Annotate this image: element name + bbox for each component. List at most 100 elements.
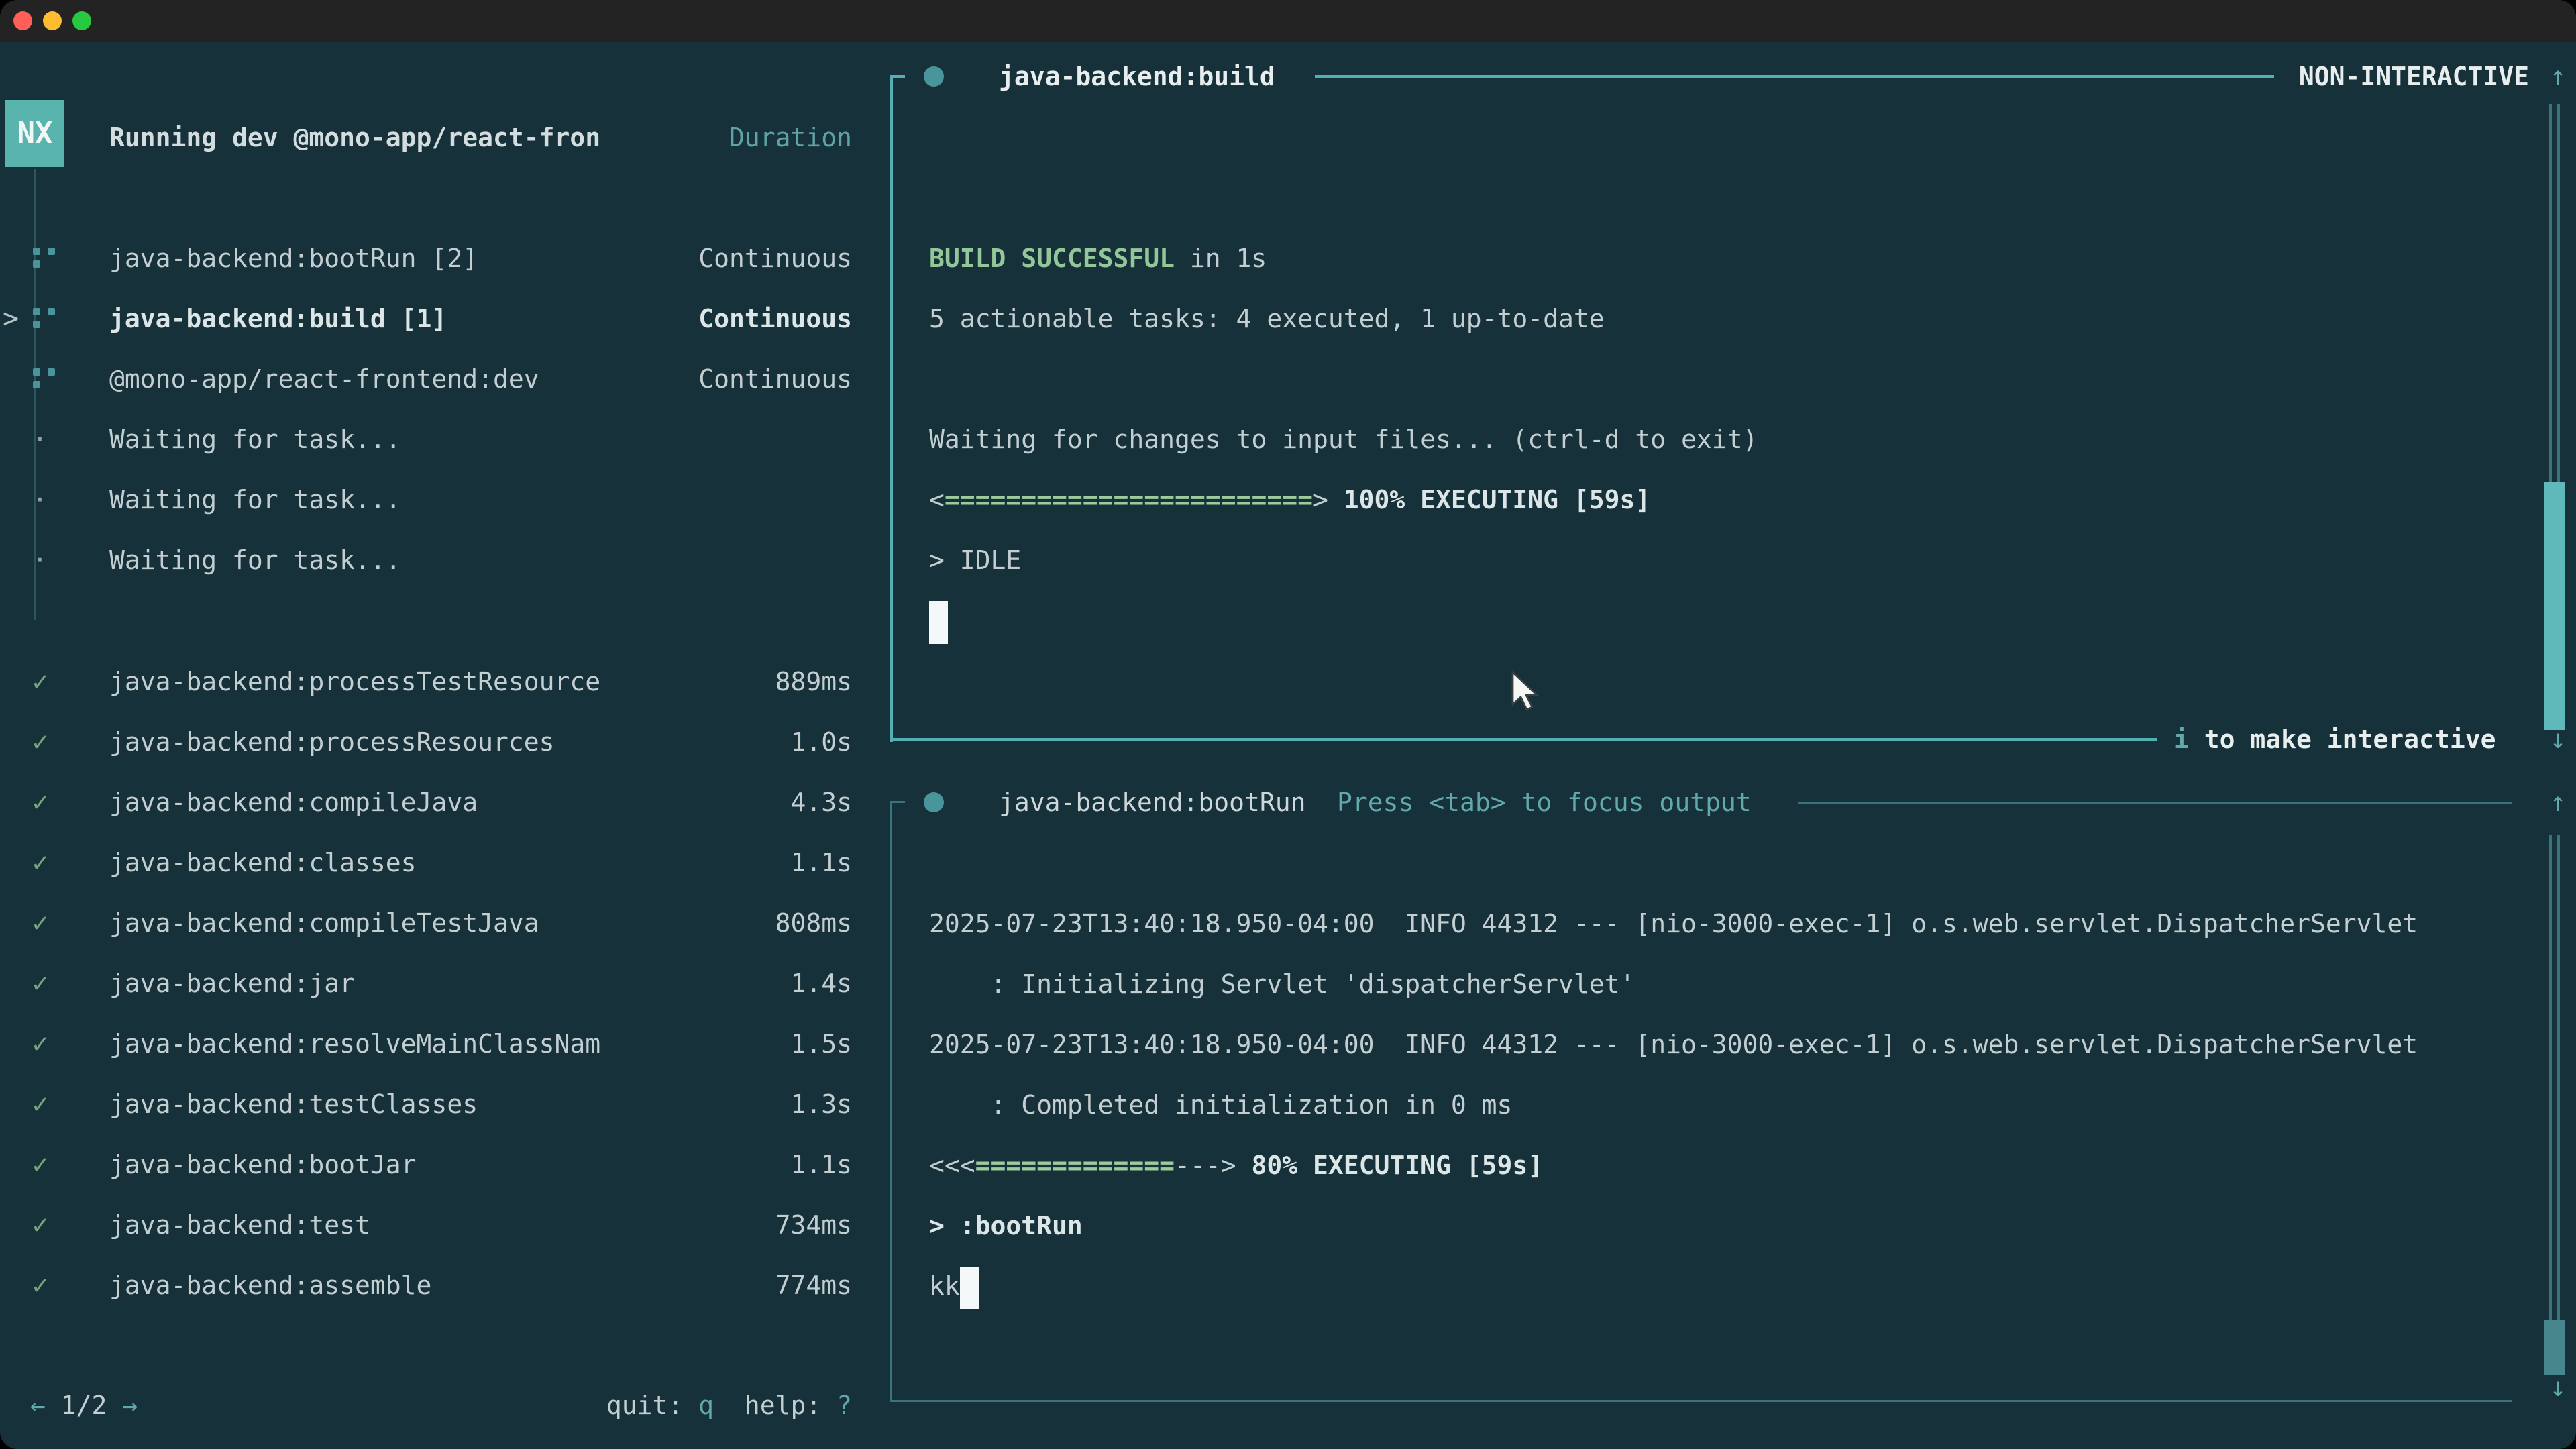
focus-output-hint: Press <tab> to focus output — [1337, 772, 1752, 833]
task-label: java-backend:processTestResource — [109, 651, 600, 712]
task-row-done[interactable]: ✓ java-backend:compileTestJava 808ms — [0, 893, 852, 953]
task-row-done[interactable]: ✓ java-backend:testClasses 1.3s — [0, 1074, 852, 1134]
check-icon: ✓ — [32, 893, 48, 953]
task-row-done[interactable]: ✓ java-backend:classes 1.1s — [0, 833, 852, 893]
page-indicator: 1/2 — [61, 1391, 123, 1420]
task-duration: 1.3s — [790, 1074, 852, 1134]
bootrun-prompt-line: > :bootRun — [929, 1195, 1083, 1256]
task-label: java-backend:processResources — [109, 712, 554, 772]
task-row-waiting: · Waiting for task... — [0, 470, 852, 530]
task-row-done[interactable]: ✓ java-backend:processResources 1.0s — [0, 712, 852, 772]
bootrun-panel-border-stub — [890, 801, 905, 803]
duration-column-header: Duration — [729, 107, 852, 168]
task-label: java-backend:resolveMainClassNam — [109, 1014, 600, 1074]
task-label: java-backend:jar — [109, 953, 355, 1014]
sidebar-title: Running dev @mono-app/react-fron — [109, 107, 600, 168]
sidebar-bottom-bar: ← 1/2 → quit: q help: ? — [0, 1375, 852, 1436]
task-label: java-backend:bootRun [2] — [109, 228, 478, 288]
task-duration: 734ms — [775, 1195, 852, 1255]
task-row-done[interactable]: ✓ java-backend:bootJar 1.1s — [0, 1134, 852, 1195]
task-label: java-backend:testClasses — [109, 1074, 478, 1134]
bootrun-progress-line: <<<=============---> 80% EXECUTING [59s] — [929, 1135, 1543, 1195]
spinner-icon — [33, 248, 40, 255]
help-key: ? — [837, 1391, 852, 1420]
task-bullet-icon — [924, 66, 944, 87]
build-panel-border-stub — [890, 75, 905, 78]
check-icon: ✓ — [32, 1195, 48, 1255]
task-label: @mono-app/react-frontend:dev — [109, 349, 539, 409]
make-interactive-hint: i to make interactive — [2174, 709, 2496, 769]
build-success-line: BUILD SUCCESSFUL in 1s — [929, 228, 1267, 288]
log-line: : Completed initialization in 0 ms — [929, 1075, 1512, 1135]
build-panel-header-rule — [1315, 75, 2274, 78]
bootrun-panel-border-left — [890, 801, 892, 1402]
task-label: java-backend:compileTestJava — [109, 893, 539, 953]
zoom-button[interactable] — [72, 11, 91, 30]
task-duration: 1.0s — [790, 712, 852, 772]
bootrun-panel-border-bottom — [890, 1400, 2512, 1402]
titlebar — [0, 0, 2576, 42]
bootrun-input-line[interactable]: kk — [929, 1256, 979, 1316]
bootrun-panel-title: java-backend:bootRun — [999, 772, 1306, 833]
task-label: java-backend:bootJar — [109, 1134, 417, 1195]
task-bullet-icon — [924, 792, 944, 812]
scroll-up-icon[interactable]: ↑ — [2539, 772, 2576, 833]
task-duration: 889ms — [775, 651, 852, 712]
task-row-done[interactable]: ✓ java-backend:jar 1.4s — [0, 953, 852, 1014]
task-label: Waiting for task... — [109, 470, 401, 530]
task-row-selected[interactable]: java-backend:build [1] Continuous — [0, 288, 852, 349]
task-row[interactable]: java-backend:bootRun [2] Continuous — [0, 228, 852, 288]
build-panel-footer-rule — [890, 738, 2157, 741]
task-row-done[interactable]: ✓ java-backend:resolveMainClassNam 1.5s — [0, 1014, 852, 1074]
build-cursor-line — [929, 590, 948, 651]
task-duration: 808ms — [775, 893, 852, 953]
task-row-done[interactable]: ✓ java-backend:test 734ms — [0, 1195, 852, 1255]
scrollbar-track[interactable] — [2549, 835, 2560, 1365]
page-prev-arrow[interactable]: ← — [30, 1391, 46, 1420]
check-icon: ✓ — [32, 833, 48, 893]
check-icon: ✓ — [32, 1074, 48, 1134]
sidebar-header: Running dev @mono-app/react-fron Duratio… — [0, 107, 852, 168]
task-status: Continuous — [698, 228, 852, 288]
page-next-arrow[interactable]: → — [122, 1391, 138, 1420]
task-status: Continuous — [698, 288, 852, 349]
check-icon: ✓ — [32, 1255, 48, 1316]
terminal-cursor — [960, 1267, 979, 1309]
task-label: Waiting for task... — [109, 530, 401, 590]
check-icon: ✓ — [32, 772, 48, 833]
task-label: Waiting for task... — [109, 409, 401, 470]
task-duration: 1.1s — [790, 1134, 852, 1195]
task-row-done[interactable]: ✓ java-backend:processTestResource 889ms — [0, 651, 852, 712]
scrollbar-thumb[interactable] — [2544, 1320, 2565, 1375]
task-row-done[interactable]: ✓ java-backend:assemble 774ms — [0, 1255, 852, 1316]
task-duration: 4.3s — [790, 772, 852, 833]
terminal-window: NX Running dev @mono-app/react-fron Dura… — [0, 0, 2576, 1449]
waiting-dot-icon: · — [32, 530, 48, 590]
task-duration: 1.5s — [790, 1014, 852, 1074]
spinner-icon — [33, 368, 40, 376]
task-label: java-backend:build [1] — [109, 288, 447, 349]
build-waiting-line: Waiting for changes to input files... (c… — [929, 409, 1758, 470]
build-tasks-line: 5 actionable tasks: 4 executed, 1 up-to-… — [929, 288, 1605, 349]
scroll-up-icon[interactable]: ↑ — [2539, 46, 2576, 107]
check-icon: ✓ — [32, 1134, 48, 1195]
build-panel-title: java-backend:build — [999, 46, 1275, 107]
log-line: 2025-07-23T13:40:18.950-04:00 INFO 44312… — [929, 1014, 2418, 1075]
close-button[interactable] — [13, 11, 32, 30]
task-row[interactable]: @mono-app/react-frontend:dev Continuous — [0, 349, 852, 409]
pagination: ← 1/2 → — [30, 1375, 138, 1436]
task-label: java-backend:test — [109, 1195, 370, 1255]
build-idle-line: > IDLE — [929, 530, 1021, 590]
task-duration: 1.4s — [790, 953, 852, 1014]
task-row-done[interactable]: ✓ java-backend:compileJava 4.3s — [0, 772, 852, 833]
bootrun-panel-header-rule — [1798, 802, 2512, 804]
build-progress-line: <========================> 100% EXECUTIN… — [929, 470, 1650, 530]
terminal-cursor — [929, 601, 948, 644]
task-duration: 774ms — [775, 1255, 852, 1316]
check-icon: ✓ — [32, 651, 48, 712]
build-panel-border-left — [890, 75, 893, 742]
typed-input: kk — [929, 1271, 960, 1301]
log-line: 2025-07-23T13:40:18.950-04:00 INFO 44312… — [929, 894, 2418, 954]
scrollbar-thumb[interactable] — [2544, 482, 2565, 730]
minimize-button[interactable] — [43, 11, 62, 30]
